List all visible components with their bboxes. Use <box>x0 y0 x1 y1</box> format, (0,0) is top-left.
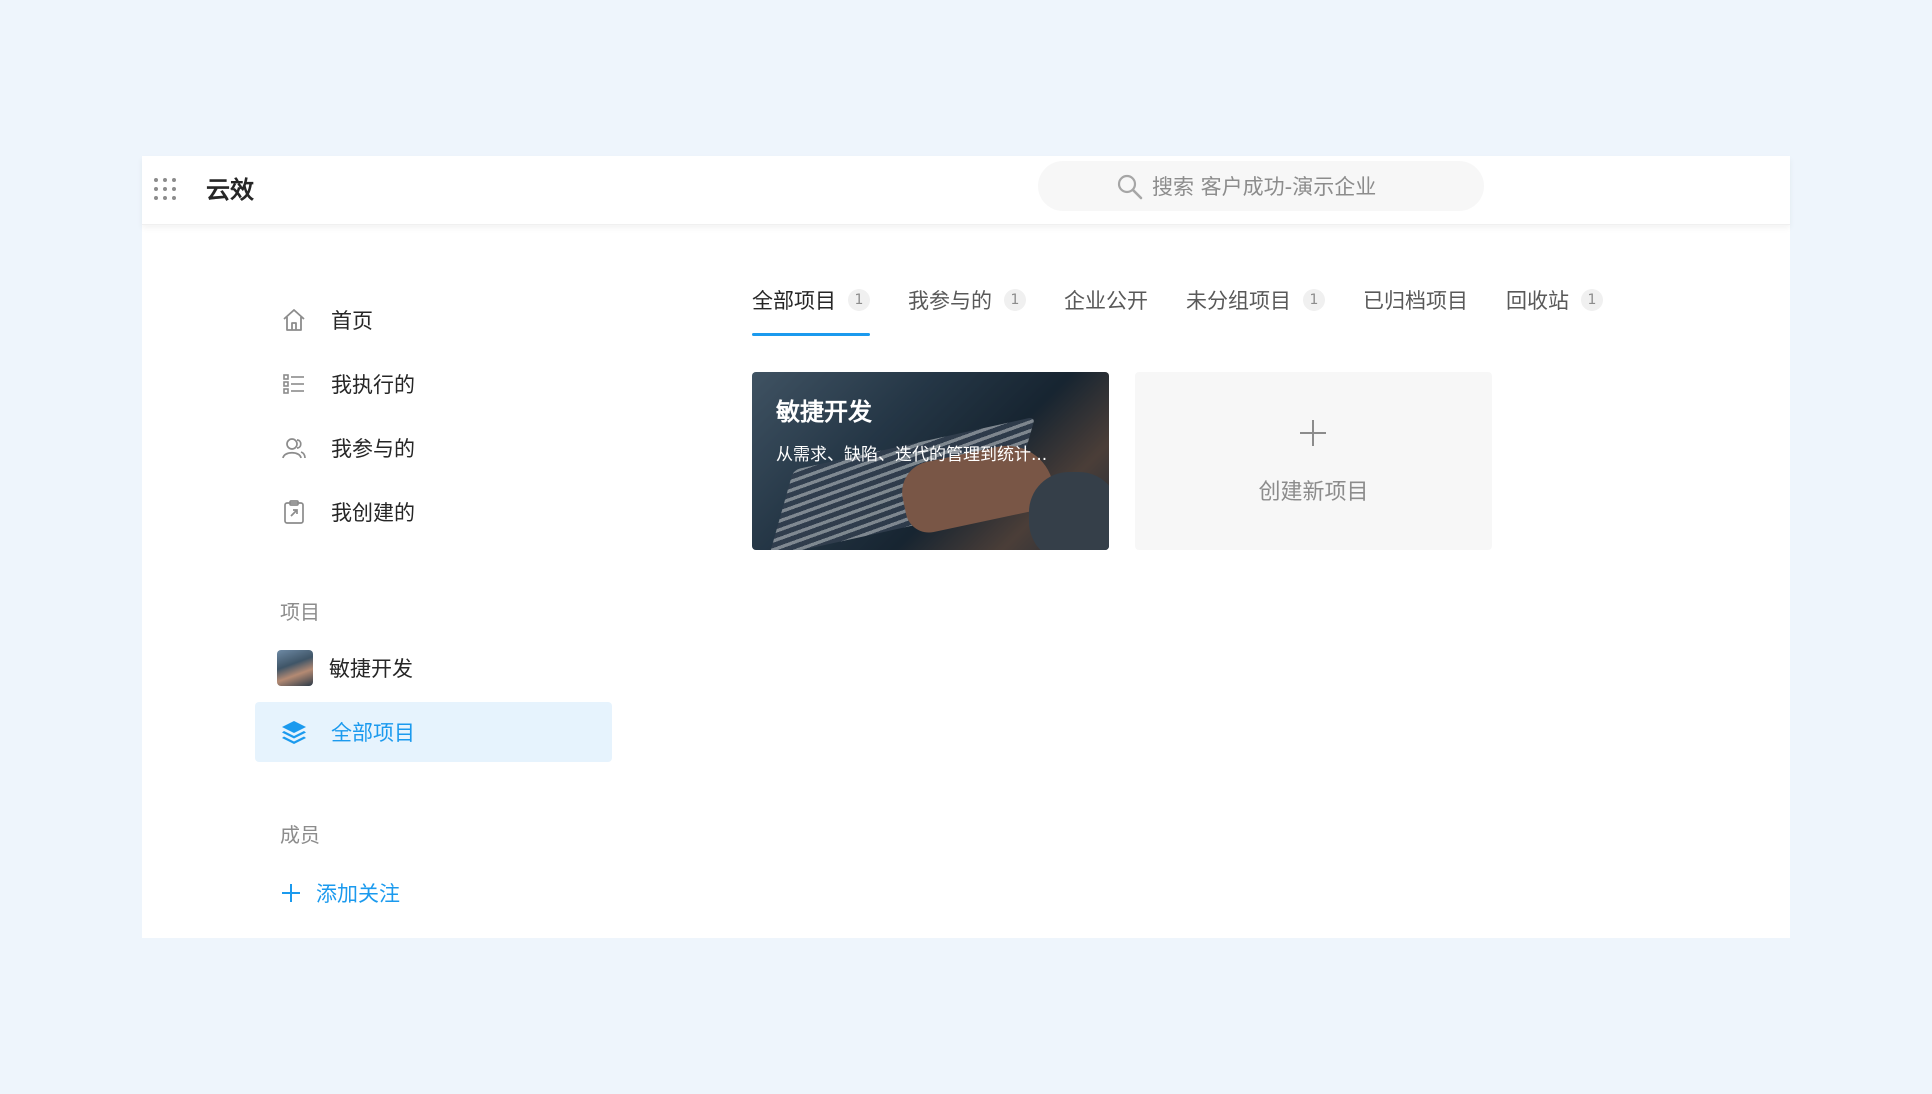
sidebar-item-label: 全部项目 <box>331 721 415 745</box>
count-badge: 1 <box>1004 289 1026 311</box>
tab-label: 企业公开 <box>1064 289 1148 313</box>
top-bar: 云效 <box>142 156 1790 225</box>
users-icon <box>279 433 309 463</box>
count-badge: 1 <box>1581 289 1603 311</box>
search-input[interactable] <box>1150 166 1454 208</box>
sidebar-item-label: 我参与的 <box>331 437 415 461</box>
tab-recycle-bin[interactable]: 回收站 1 <box>1506 286 1603 336</box>
search-box[interactable] <box>1038 161 1484 211</box>
tab-label: 全部项目 <box>752 289 836 313</box>
apps-grid-icon[interactable] <box>152 176 178 202</box>
sidebar-item-my-tasks[interactable]: 我执行的 <box>255 354 612 414</box>
project-tabs: 全部项目 1 我参与的 1 企业公开 未分组项目 1 已归档项目 回收站 1 <box>752 286 1641 336</box>
count-badge: 1 <box>848 289 870 311</box>
clipboard-icon <box>279 497 309 527</box>
count-badge: 1 <box>1303 289 1325 311</box>
plus-icon <box>282 884 300 902</box>
members-section-label: 成员 <box>280 823 320 847</box>
layers-icon <box>279 717 309 747</box>
plus-icon <box>1300 420 1326 446</box>
add-follow-label: 添加关注 <box>316 882 400 906</box>
search-icon <box>1117 174 1143 200</box>
app-title[interactable]: 云效 <box>206 170 254 210</box>
tab-label: 回收站 <box>1506 289 1569 313</box>
sidebar-item-home[interactable]: 首页 <box>255 290 612 350</box>
sidebar-item-label: 首页 <box>331 309 373 333</box>
create-project-card[interactable]: 创建新项目 <box>1135 372 1492 550</box>
sidebar-item-created[interactable]: 我创建的 <box>255 482 612 542</box>
tab-label: 未分组项目 <box>1186 289 1291 313</box>
tab-participating[interactable]: 我参与的 1 <box>908 286 1026 336</box>
project-thumbnail <box>277 650 313 686</box>
tab-archived[interactable]: 已归档项目 <box>1363 286 1468 336</box>
sidebar-item-project[interactable]: 敏捷开发 <box>255 638 612 698</box>
sidebar-item-all-projects[interactable]: 全部项目 <box>255 702 612 762</box>
tab-label: 我参与的 <box>908 289 992 313</box>
sidebar-item-label: 我创建的 <box>331 501 415 525</box>
project-card[interactable]: 敏捷开发 从需求、缺陷、迭代的管理到统计... <box>752 372 1109 550</box>
project-card-description: 从需求、缺陷、迭代的管理到统计... <box>776 445 1048 465</box>
tab-all-projects[interactable]: 全部项目 1 <box>752 286 870 336</box>
app-window: 云效 首页 我执行的 我参与的 我创建的 项目 <box>142 156 1790 938</box>
tab-ungrouped[interactable]: 未分组项目 1 <box>1186 286 1325 336</box>
add-follow-button[interactable]: 添加关注 <box>280 878 400 908</box>
sidebar-item-label: 敏捷开发 <box>329 657 413 681</box>
sidebar-item-label: 我执行的 <box>331 373 415 397</box>
sidebar-item-participating[interactable]: 我参与的 <box>255 418 612 478</box>
checklist-icon <box>279 369 309 399</box>
tab-public[interactable]: 企业公开 <box>1064 286 1148 336</box>
home-icon <box>279 305 309 335</box>
create-project-label: 创建新项目 <box>1258 480 1369 505</box>
tab-label: 已归档项目 <box>1363 289 1468 313</box>
projects-section-label: 项目 <box>280 600 320 624</box>
project-card-title: 敏捷开发 <box>776 398 872 426</box>
